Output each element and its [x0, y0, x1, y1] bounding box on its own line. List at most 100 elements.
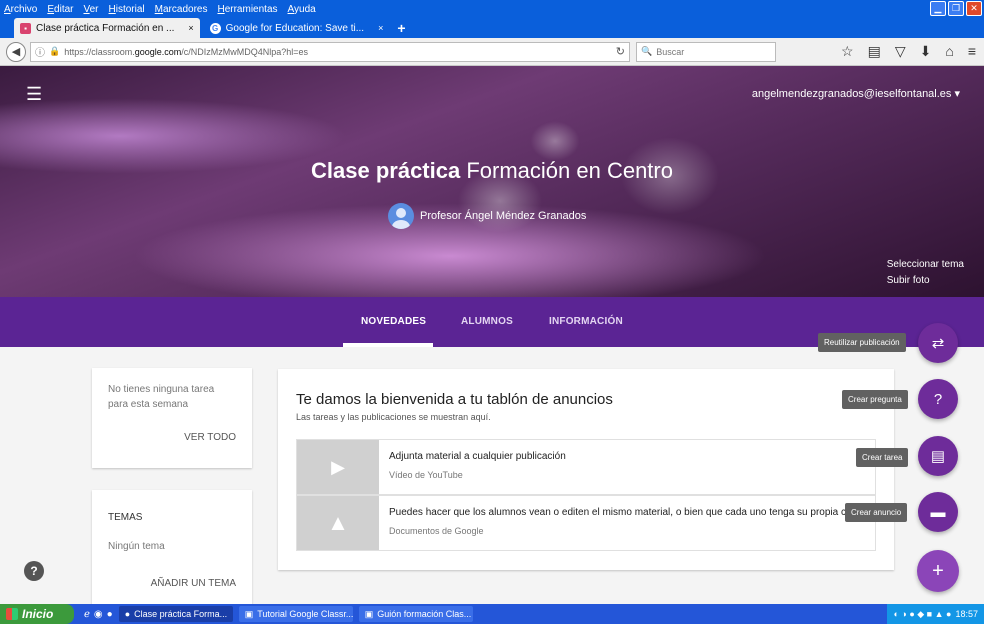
tab-close-icon[interactable]: ×: [378, 23, 383, 33]
attachment-title: Adjunta material a cualquier publicación: [389, 451, 566, 462]
no-topics-text: Ningún tema: [108, 541, 165, 552]
menu-editar[interactable]: Editar: [47, 4, 73, 15]
reload-icon[interactable]: ↻: [616, 45, 625, 58]
plus-icon: +: [932, 559, 944, 582]
menu-ayuda[interactable]: Ayuda: [288, 4, 316, 15]
view-all-link[interactable]: VER TODO: [184, 432, 236, 443]
google-favicon-icon: G: [209, 22, 221, 34]
classroom-favicon-icon: ▪: [20, 22, 31, 34]
browser-tab-strip: ▪ Clase práctica Formación en ... × G Go…: [0, 18, 984, 38]
tab-alumnos[interactable]: ALUMNOS: [461, 316, 513, 327]
attachment-title: Puedes hacer que los alumnos vean o edit…: [389, 507, 865, 518]
attachment-tip-drive: ▲ Puedes hacer que los alumnos vean o ed…: [296, 495, 876, 551]
create-fab-button[interactable]: +: [917, 550, 959, 592]
taskbar-item-label: Guión formación Clas...: [377, 609, 472, 619]
tab-label: Google for Education: Save ti...: [225, 22, 365, 34]
clock: 18:57: [955, 609, 978, 619]
class-name: Clase práctica: [311, 158, 461, 183]
no-tasks-text: No tienes ninguna tarea para esta semana: [108, 384, 215, 410]
tab-google-education[interactable]: G Google for Education: Save ti... ×: [204, 18, 390, 38]
url-bar[interactable]: ⓘ 🔒 https://classroom. google.com/c/NDIzM…: [30, 41, 630, 62]
tab-label: Clase práctica Formación en ...: [36, 22, 175, 34]
teacher-info: Profesor Ángel Méndez Granados: [388, 203, 586, 229]
pocket-icon[interactable]: ▽: [895, 43, 906, 60]
attachment-source: Documentos de Google: [389, 526, 484, 536]
browser-nav-bar: ◀ ⓘ 🔒 https://classroom. google.com/c/NDI…: [0, 38, 984, 66]
taskbar-item-word-2[interactable]: ▣ Guión formación Clas...: [358, 606, 473, 622]
menu-marcadores[interactable]: Marcadores: [155, 4, 208, 15]
menu-ver[interactable]: Ver: [83, 4, 98, 15]
question-icon: ?: [933, 390, 943, 408]
class-section: Formación en Centro: [460, 158, 673, 183]
teacher-avatar: [388, 203, 414, 229]
drive-thumb: ▲: [297, 496, 379, 550]
tray-icons[interactable]: ◐ ◑ ● ◆ ■ ▲ ●: [893, 609, 951, 620]
start-button[interactable]: Inicio: [0, 604, 74, 624]
ie-icon[interactable]: ℯ: [84, 609, 90, 620]
main-menu-icon[interactable]: ☰: [26, 84, 42, 105]
create-announcement-button[interactable]: ▬: [918, 492, 958, 532]
info-icon[interactable]: ⓘ: [35, 44, 45, 59]
topics-card: TEMAS Ningún tema AÑADIR UN TEMA: [92, 490, 252, 604]
drive-icon: ▲: [327, 510, 349, 535]
classroom-page: ☰ angelmendezgranados@ieselfontanal.es ▾…: [0, 66, 984, 604]
create-assignment-button[interactable]: ▤: [918, 436, 958, 476]
repeat-icon: ⇄: [931, 335, 945, 352]
welcome-subtitle: Las tareas y las publicaciones se muestr…: [296, 412, 491, 422]
window-controls: ▁ ❐ ✕: [930, 1, 982, 16]
new-tab-button[interactable]: +: [397, 20, 405, 36]
search-icon: 🔍: [641, 46, 653, 56]
hamburger-menu-icon[interactable]: ≡: [968, 43, 976, 60]
close-icon[interactable]: ✕: [966, 1, 982, 16]
attachment-source: Vídeo de YouTube: [389, 470, 463, 480]
menu-archivo[interactable]: Archivo: [4, 4, 37, 15]
quick-launch: ℯ ◉ ●: [84, 609, 113, 620]
taskbar-item-word-1[interactable]: ▣ Tutorial Google Classr...: [238, 606, 353, 622]
bookmarks-library-icon[interactable]: ▤: [868, 43, 881, 60]
create-question-button[interactable]: ?: [918, 379, 958, 419]
home-icon[interactable]: ⌂: [945, 43, 953, 60]
stream-content: No tienes ninguna tarea para esta semana…: [0, 323, 984, 604]
account-menu[interactable]: angelmendezgranados@ieselfontanal.es ▾: [752, 87, 960, 100]
back-arrow-icon[interactable]: ◀: [6, 41, 26, 62]
firefox-icon: ●: [124, 609, 131, 619]
create-assignment-tooltip: Crear tarea: [856, 448, 909, 467]
select-theme-link[interactable]: Seleccionar tema: [887, 257, 964, 273]
browser-search-box[interactable]: 🔍 Buscar: [636, 41, 776, 62]
search-placeholder: Buscar: [656, 46, 685, 57]
tab-close-icon[interactable]: ×: [188, 23, 193, 33]
tab-informacion[interactable]: INFORMACIÓN: [549, 316, 623, 327]
taskbar-item-firefox[interactable]: ● Clase práctica Forma...: [118, 606, 233, 622]
taskbar-item-label: Clase práctica Forma...: [134, 609, 228, 619]
upload-photo-link[interactable]: Subir foto: [887, 273, 964, 289]
help-icon[interactable]: ?: [24, 561, 44, 581]
menu-herramientas[interactable]: Herramientas: [217, 4, 277, 15]
add-topic-link[interactable]: AÑADIR UN TEMA: [151, 578, 236, 589]
chrome-icon[interactable]: ◉: [94, 609, 103, 620]
word-doc-icon: ▣: [364, 608, 374, 619]
minimize-icon[interactable]: ▁: [930, 1, 946, 16]
url-suffix: /c/NDIzMzMwMDQ4Nlpa?hl=es: [181, 46, 309, 57]
teacher-name: Profesor Ángel Méndez Granados: [420, 210, 587, 222]
upcoming-tasks-card: No tienes ninguna tarea para esta semana…: [92, 368, 252, 468]
start-label: Inicio: [22, 607, 54, 621]
downloads-icon[interactable]: ⬇: [920, 43, 932, 60]
system-tray: ◐ ◑ ● ◆ ■ ▲ ● 18:57: [887, 604, 984, 624]
reuse-post-tooltip: Reutilizar publicación: [818, 333, 906, 352]
menu-historial[interactable]: Historial: [109, 4, 145, 15]
welcome-card: Te damos la bienvenida a tu tablón de an…: [278, 369, 894, 570]
firefox-icon[interactable]: ●: [107, 609, 113, 620]
toolbar-icons: ☆ ▤ ▽ ⬇ ⌂ ≡: [841, 43, 984, 60]
windows-flag-icon: [6, 608, 18, 620]
bookmark-star-icon[interactable]: ☆: [841, 43, 854, 60]
message-icon: ▬: [930, 503, 946, 521]
taskbar-item-label: Tutorial Google Classr...: [257, 609, 353, 619]
create-announcement-tooltip: Crear anuncio: [845, 503, 908, 522]
window-menu-bar: Archivo Editar Ver Historial Marcadores …: [0, 0, 984, 18]
clipboard-icon: ▤: [930, 448, 946, 465]
maximize-icon[interactable]: ❐: [948, 1, 964, 16]
tab-classroom[interactable]: ▪ Clase práctica Formación en ... ×: [14, 18, 200, 38]
reuse-post-button[interactable]: ⇄: [918, 323, 958, 363]
tab-novedades[interactable]: NOVEDADES: [361, 316, 426, 327]
play-icon: ▶: [331, 456, 345, 477]
